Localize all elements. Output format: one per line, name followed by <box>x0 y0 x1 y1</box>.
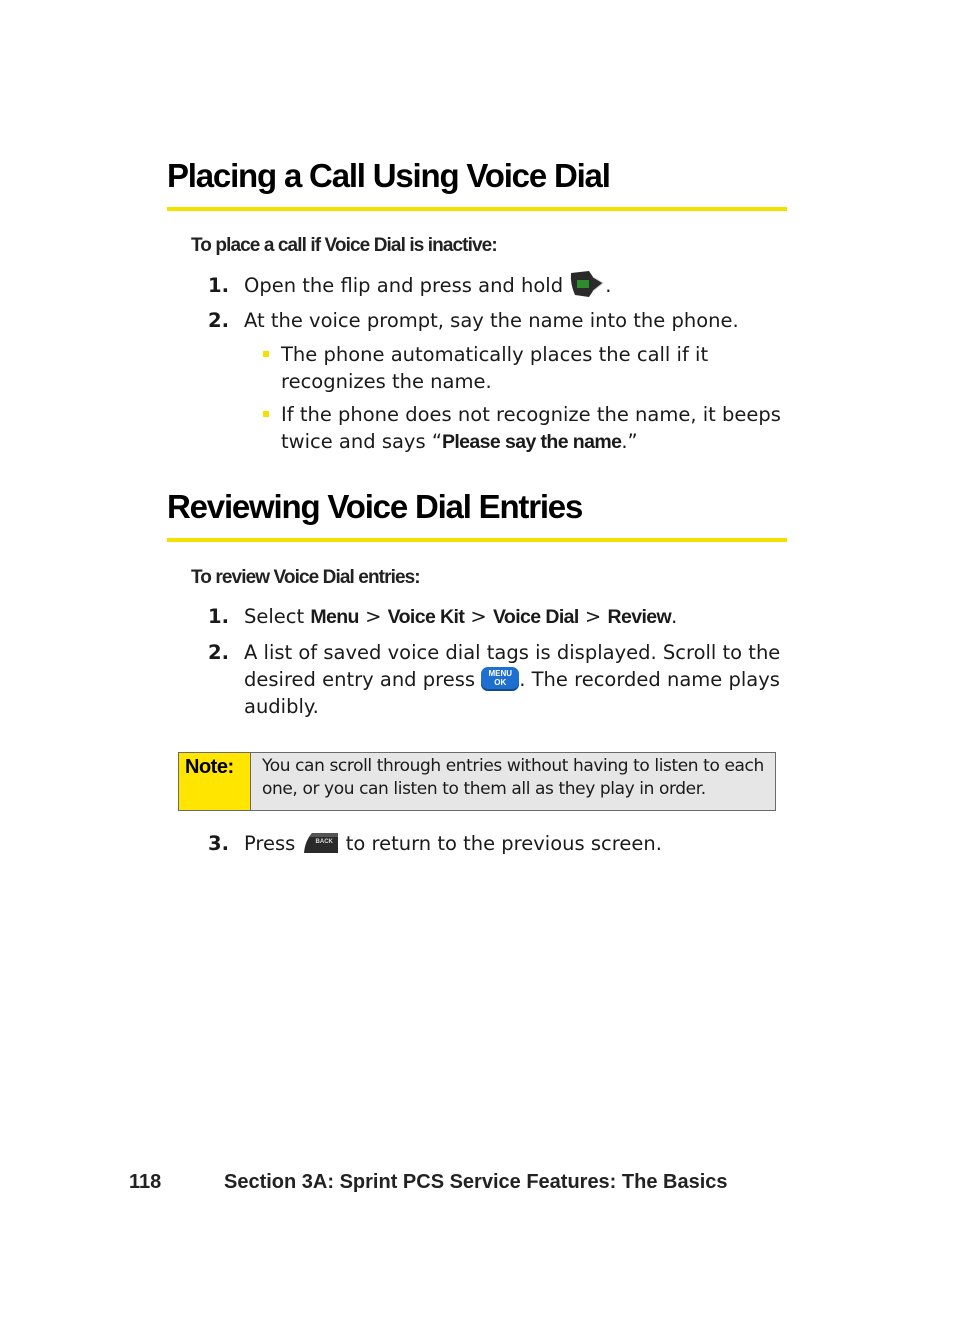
bullet-item: If the phone does not recognize the name… <box>263 401 783 457</box>
back-key-icon: BACK <box>302 831 340 855</box>
section-heading-placing-call: Placing a Call Using Voice Dial <box>167 157 611 194</box>
step-number: 2. <box>208 309 229 332</box>
note-box: Note: You can scroll through entries wit… <box>178 752 776 811</box>
menu-path-voice-kit: Voice Kit <box>387 606 465 628</box>
bullet-icon <box>263 411 269 417</box>
note-label: Note: <box>185 756 234 778</box>
page-number: 118 <box>129 1171 162 1193</box>
note-label-cell: Note: <box>179 753 251 810</box>
step-2: 2. At the voice prompt, say the name int… <box>208 307 788 334</box>
menu-ok-key-icon: MENU OK <box>481 666 520 691</box>
bullet-icon <box>263 351 269 357</box>
menu-path-voice-dial: Voice Dial <box>492 606 579 628</box>
step-number: 2. <box>208 641 229 664</box>
step-number: 3. <box>208 832 229 855</box>
step-2: 2. A list of saved voice dial tags is di… <box>208 641 781 718</box>
footer-section-title: Section 3A: Sprint PCS Service Features:… <box>224 1171 728 1193</box>
step-text: At the voice prompt, say the name into t… <box>244 309 739 332</box>
section-heading-reviewing: Reviewing Voice Dial Entries <box>167 488 583 525</box>
prompt-text: Please say the name <box>441 431 622 453</box>
bullet-item: The phone automatically places the call … <box>263 341 783 397</box>
step-1: 1. Select Menu > Voice Kit > Voice Dial … <box>208 605 678 628</box>
step-text: Open the flip and press and hold <box>244 274 570 297</box>
menu-path-review: Review <box>607 606 672 628</box>
heading-underline <box>167 538 787 542</box>
note-text: You can scroll through entries without h… <box>262 756 764 799</box>
step-number: 1. <box>208 274 229 297</box>
subheading-review: To review Voice Dial entries: <box>191 567 421 588</box>
talk-key-icon <box>569 269 605 299</box>
heading-underline <box>167 207 787 211</box>
step-3: 3. Press BACK to return to the previous … <box>208 831 662 855</box>
subheading-inactive: To place a call if Voice Dial is inactiv… <box>191 235 498 256</box>
step-number: 1. <box>208 605 229 628</box>
menu-path-menu: Menu <box>310 606 359 628</box>
step-1: 1. Open the flip and press and hold . <box>208 269 788 299</box>
